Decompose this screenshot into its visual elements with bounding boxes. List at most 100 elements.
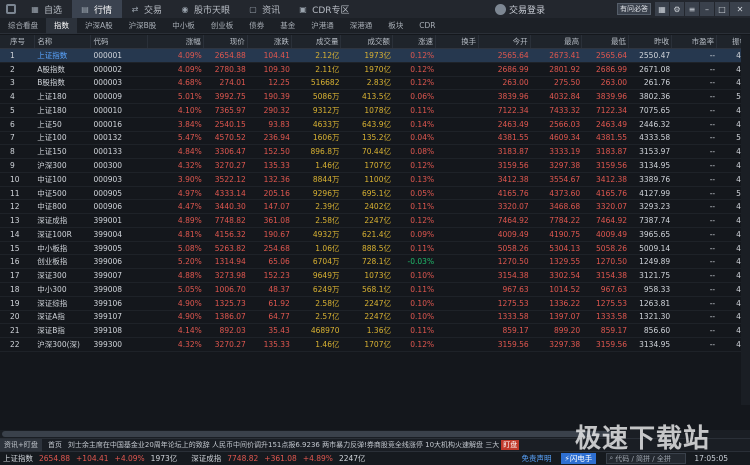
trade-login[interactable]: 交易登录 xyxy=(495,2,545,16)
vertical-scrollbar[interactable] xyxy=(741,35,750,405)
table-row[interactable]: 8 上证150 000133 4.84% 3306.47 152.50 896.8万 70.4… xyxy=(0,145,750,160)
nav-tab-market[interactable]: ▤ 行情 xyxy=(72,0,123,18)
subtab-b-shares[interactable]: 沪深B股 xyxy=(121,18,165,34)
table-row[interactable]: 9 沪深300 000300 4.32% 3270.27 135.33 1.46亿 1707亿… xyxy=(0,159,750,173)
col-header-seq[interactable]: 序号 xyxy=(0,35,36,48)
cell-change: 61.92 xyxy=(268,298,290,308)
table-row[interactable]: 5 上证180 000010 4.10% 7365.97 290.32 9312万 1078亿… xyxy=(0,104,750,118)
settings-icon[interactable]: ⚙ xyxy=(670,2,684,16)
ticker-badge[interactable]: 盯盘 xyxy=(501,440,520,450)
col-header-prev-close[interactable]: 昨收 xyxy=(629,35,673,48)
status-index1-diff: +104.41 xyxy=(76,454,109,463)
table-row[interactable]: 3 B股指数 000003 4.68% 274.01 12.25 516682 2.83亿 0.… xyxy=(0,77,750,91)
subtab-sectors[interactable]: 板块 xyxy=(380,18,411,34)
cell-amount: 568.1亿 xyxy=(362,284,391,294)
skin-icon[interactable]: ▦ xyxy=(655,2,669,16)
menu-icon[interactable]: ≡ xyxy=(685,2,699,16)
nav-tab-news[interactable]: ▢ 资讯 xyxy=(240,0,290,18)
nav-tab-cdr[interactable]: ▣ CDR专区 xyxy=(290,0,359,18)
table-row[interactable]: 1 上证指数 000001 4.09% 2654.88 104.41 2.12亿 1973亿 0… xyxy=(0,49,750,63)
help-button[interactable]: 有问必答 xyxy=(617,3,651,15)
table-row[interactable]: 13 深证成指 399001 4.89% 7748.82 361.08 2.58亿 2247亿… xyxy=(0,214,750,228)
subtab-funds[interactable]: 基金 xyxy=(272,18,303,34)
col-header-change-pct[interactable]: 涨幅 xyxy=(148,35,204,48)
ticker-home[interactable]: 首页 xyxy=(42,440,62,450)
cell-open: 2463.49 xyxy=(497,119,529,129)
col-header-low[interactable]: 最低 xyxy=(582,35,629,48)
cell-speed: 0.08% xyxy=(410,147,435,157)
table-row[interactable]: 14 深证100R 399004 4.81% 4156.32 190.67 4932万 621… xyxy=(0,228,750,242)
cell-change: 64.77 xyxy=(268,312,290,322)
cell-seq: 20 xyxy=(10,312,20,322)
col-header-pe[interactable]: 市盈率 xyxy=(672,35,718,48)
cell-open: 4381.55 xyxy=(497,133,529,143)
table-row[interactable]: 4 上证180 000009 5.01% 3992.75 190.39 5086万 413.5… xyxy=(0,90,750,105)
table-row[interactable]: 17 深证300 399007 4.88% 3273.98 152.23 9649万 1073… xyxy=(0,269,750,284)
col-header-volume[interactable]: 成交量 xyxy=(292,35,342,48)
table-row[interactable]: 18 中小300 399008 5.05% 1006.70 48.37 6249万 568.1… xyxy=(0,283,750,297)
scrollbar-thumb[interactable] xyxy=(2,431,612,437)
col-header-price[interactable]: 现价 xyxy=(204,35,248,48)
table-row[interactable]: 16 创业板指 399006 5.20% 1314.94 65.06 6704万 728.1亿… xyxy=(0,255,750,270)
table-row[interactable]: 22 沪深300(深) 399300 4.32% 3270.27 135.33 1.46亿 1… xyxy=(0,338,750,352)
cell-seq: 22 xyxy=(10,339,20,349)
table-row[interactable]: 10 中证100 000903 3.90% 3522.12 132.36 8844万 1100… xyxy=(0,173,750,187)
table-row[interactable]: 2 A股指数 000002 4.09% 2780.38 109.30 2.11亿 1970亿 0… xyxy=(0,63,750,77)
cell-seq: 9 xyxy=(10,161,15,170)
nav-tab-trade[interactable]: ⇄ 交易 xyxy=(122,0,172,18)
subtab-bonds[interactable]: 债券 xyxy=(241,18,272,34)
cell-open: 3183.87 xyxy=(497,147,529,157)
subtab-sz-hk[interactable]: 深港通 xyxy=(342,18,381,34)
nav-tab-favorites[interactable]: ▦ 自选 xyxy=(22,0,72,18)
table-row[interactable]: 12 中证800 000906 4.47% 3440.30 147.07 2.39亿 2402… xyxy=(0,200,750,215)
status-index2-name[interactable]: 深证成指 xyxy=(188,453,224,464)
cell-price: 7748.82 xyxy=(214,216,246,226)
col-header-high[interactable]: 最高 xyxy=(531,35,583,48)
subtab-index[interactable]: 指数 xyxy=(46,17,77,34)
col-header-open[interactable]: 今开 xyxy=(479,35,531,48)
maximize-icon[interactable]: □ xyxy=(715,2,729,16)
minimize-icon[interactable]: – xyxy=(700,2,714,16)
cell-code: 399108 xyxy=(93,326,123,336)
table-row[interactable]: 11 中证500 000905 4.97% 4333.14 205.16 9296万 695.… xyxy=(0,187,750,201)
subtab-gem[interactable]: 创业板 xyxy=(203,18,242,34)
cell-low: 1333.58 xyxy=(596,312,628,322)
cell-turnover xyxy=(436,228,479,241)
col-header-name[interactable]: 名称 xyxy=(35,35,92,48)
col-header-turnover[interactable]: 换手 xyxy=(436,35,480,48)
table-row[interactable]: 20 深证A指 399107 4.90% 1386.07 64.77 2.57亿 2247亿 0… xyxy=(0,311,750,325)
app-logo-icon[interactable] xyxy=(0,0,22,18)
cell-change-pct: 5.05% xyxy=(177,284,202,294)
ticker-label[interactable]: 资讯+盯盘 xyxy=(0,439,42,451)
cell-high: 7784.22 xyxy=(549,216,581,226)
cell-seq: 10 xyxy=(10,174,20,184)
cell-amount: 1.36亿 xyxy=(366,326,391,336)
col-header-speed[interactable]: 涨速 xyxy=(393,35,437,48)
cell-code: 399106 xyxy=(93,298,123,308)
table-row[interactable]: 19 深证综指 399106 4.90% 1325.73 61.92 2.58亿 2247亿 0… xyxy=(0,297,750,311)
cell-name: 深证综指 xyxy=(37,298,68,308)
subtab-sme[interactable]: 中小板 xyxy=(164,18,203,34)
subtab-overview[interactable]: 综合看盘 xyxy=(0,18,46,34)
table-row[interactable]: 21 深证B指 399108 4.14% 892.03 35.43 468970 1.36亿 0… xyxy=(0,324,750,339)
status-index1-name[interactable]: 上证指数 xyxy=(0,453,36,464)
subtab-a-shares[interactable]: 沪深A股 xyxy=(77,18,121,34)
cell-name: 创业板指 xyxy=(37,257,68,267)
cell-amount: 1078亿 xyxy=(364,105,391,115)
user-icon xyxy=(495,3,506,15)
ticker-text[interactable]: 刘士余主席在中国基金业20周年论坛上的致辞 人民币中间价调升151点报6.923… xyxy=(62,440,499,450)
col-header-change[interactable]: 涨跌 xyxy=(248,35,292,48)
table-row[interactable]: 7 上证100 000132 5.47% 4570.52 236.94 1606万 135.2… xyxy=(0,132,750,146)
col-header-amount[interactable]: 成交额 xyxy=(341,35,393,48)
table-row[interactable]: 6 上证50 000016 3.84% 2540.15 93.83 4633万 643.9亿 0… xyxy=(0,118,750,132)
cell-pe: -- xyxy=(709,271,716,281)
close-icon[interactable]: ✕ xyxy=(730,2,750,16)
disclaimer-link[interactable]: 免责声明 xyxy=(519,453,555,464)
table-row[interactable]: 15 中小板指 399005 5.08% 5263.82 254.68 1.06亿 888.5… xyxy=(0,242,750,256)
subtab-sh-hk[interactable]: 沪港通 xyxy=(303,18,342,34)
subtab-cdr[interactable]: CDR xyxy=(411,18,443,34)
col-header-code[interactable]: 代码 xyxy=(91,35,148,48)
cell-amount: 2247亿 xyxy=(364,312,391,322)
cell-turnover xyxy=(436,297,479,310)
nav-tab-eye[interactable]: ◉ 股市天眼 xyxy=(172,0,240,18)
